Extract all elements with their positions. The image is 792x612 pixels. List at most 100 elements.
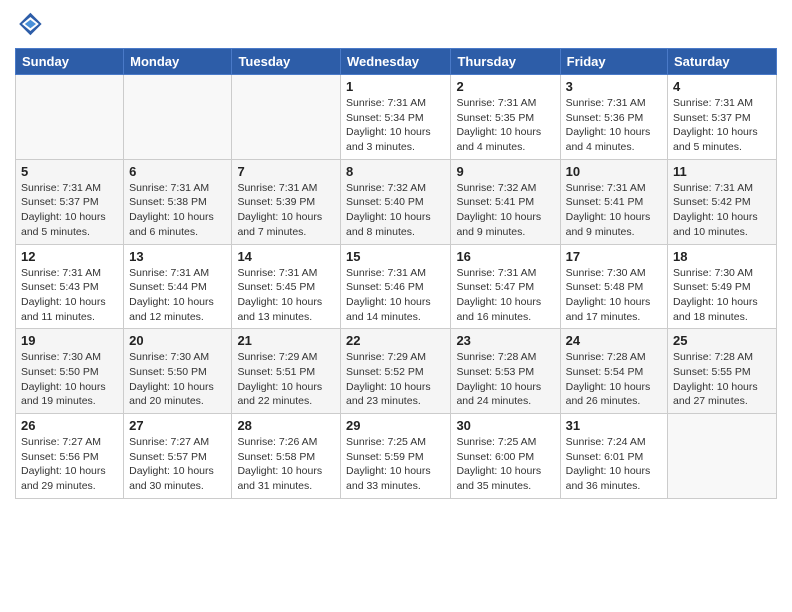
day-number: 3	[566, 79, 662, 94]
day-cell: 27 Sunrise: 7:27 AM Sunset: 5:57 PM Dayli…	[124, 414, 232, 499]
day-number: 2	[456, 79, 554, 94]
day-cell: 4 Sunrise: 7:31 AM Sunset: 5:37 PM Daylig…	[668, 75, 777, 160]
day-number: 13	[129, 249, 226, 264]
day-detail: Sunrise: 7:30 AM Sunset: 5:50 PM Dayligh…	[129, 350, 226, 409]
week-row-1: 1 Sunrise: 7:31 AM Sunset: 5:34 PM Daylig…	[16, 75, 777, 160]
day-cell	[124, 75, 232, 160]
weekday-header-monday: Monday	[124, 49, 232, 75]
day-detail: Sunrise: 7:31 AM Sunset: 5:38 PM Dayligh…	[129, 181, 226, 240]
day-detail: Sunrise: 7:28 AM Sunset: 5:54 PM Dayligh…	[566, 350, 662, 409]
day-cell: 20Sunrise: 7:30 AM Sunset: 5:50 PM Dayli…	[124, 329, 232, 414]
day-number: 14	[237, 249, 335, 264]
day-number: 26	[21, 418, 118, 433]
logo	[15, 10, 47, 38]
day-cell: 25 Sunrise: 7:28 AM Sunset: 5:55 PM Dayli…	[668, 329, 777, 414]
day-detail: Sunrise: 7:31 AM Sunset: 5:45 PM Dayligh…	[237, 266, 335, 325]
day-cell: 7 Sunrise: 7:31 AM Sunset: 5:39 PM Daylig…	[232, 159, 341, 244]
day-cell: 13 Sunrise: 7:31 AM Sunset: 5:44 PM Dayli…	[124, 244, 232, 329]
day-number: 30	[456, 418, 554, 433]
day-detail: Sunrise: 7:29 AM Sunset: 5:51 PM Dayligh…	[237, 350, 335, 409]
day-number: 7	[237, 164, 335, 179]
day-detail: Sunrise: 7:31 AM Sunset: 5:43 PM Dayligh…	[21, 266, 118, 325]
weekday-header-thursday: Thursday	[451, 49, 560, 75]
day-cell: 30Sunrise: 7:25 AM Sunset: 6:00 PM Dayli…	[451, 414, 560, 499]
day-number: 22	[346, 333, 445, 348]
day-detail: Sunrise: 7:31 AM Sunset: 5:46 PM Dayligh…	[346, 266, 445, 325]
day-cell: 16Sunrise: 7:31 AM Sunset: 5:47 PM Dayli…	[451, 244, 560, 329]
day-cell: 2 Sunrise: 7:31 AM Sunset: 5:35 PM Daylig…	[451, 75, 560, 160]
day-number: 21	[237, 333, 335, 348]
weekday-header-wednesday: Wednesday	[341, 49, 451, 75]
day-cell: 9 Sunrise: 7:32 AM Sunset: 5:41 PM Daylig…	[451, 159, 560, 244]
day-detail: Sunrise: 7:31 AM Sunset: 5:44 PM Dayligh…	[129, 266, 226, 325]
day-detail: Sunrise: 7:30 AM Sunset: 5:48 PM Dayligh…	[566, 266, 662, 325]
day-number: 28	[237, 418, 335, 433]
day-detail: Sunrise: 7:31 AM Sunset: 5:42 PM Dayligh…	[673, 181, 771, 240]
day-number: 9	[456, 164, 554, 179]
day-detail: Sunrise: 7:28 AM Sunset: 5:53 PM Dayligh…	[456, 350, 554, 409]
week-row-3: 12 Sunrise: 7:31 AM Sunset: 5:43 PM Dayli…	[16, 244, 777, 329]
day-cell: 31Sunrise: 7:24 AM Sunset: 6:01 PM Dayli…	[560, 414, 667, 499]
day-detail: Sunrise: 7:24 AM Sunset: 6:01 PM Dayligh…	[566, 435, 662, 494]
day-cell: 8 Sunrise: 7:32 AM Sunset: 5:40 PM Daylig…	[341, 159, 451, 244]
day-detail: Sunrise: 7:27 AM Sunset: 5:57 PM Dayligh…	[129, 435, 226, 494]
day-number: 18	[673, 249, 771, 264]
day-cell: 28 Sunrise: 7:26 AM Sunset: 5:58 PM Dayli…	[232, 414, 341, 499]
day-cell: 18 Sunrise: 7:30 AM Sunset: 5:49 PM Dayli…	[668, 244, 777, 329]
day-cell	[668, 414, 777, 499]
day-detail: Sunrise: 7:31 AM Sunset: 5:37 PM Dayligh…	[673, 96, 771, 155]
weekday-header-friday: Friday	[560, 49, 667, 75]
day-detail: Sunrise: 7:30 AM Sunset: 5:49 PM Dayligh…	[673, 266, 771, 325]
day-detail: Sunrise: 7:26 AM Sunset: 5:58 PM Dayligh…	[237, 435, 335, 494]
day-cell: 29Sunrise: 7:25 AM Sunset: 5:59 PM Dayli…	[341, 414, 451, 499]
day-cell: 5Sunrise: 7:31 AM Sunset: 5:37 PM Daylig…	[16, 159, 124, 244]
week-row-2: 5Sunrise: 7:31 AM Sunset: 5:37 PM Daylig…	[16, 159, 777, 244]
day-cell: 17Sunrise: 7:30 AM Sunset: 5:48 PM Dayli…	[560, 244, 667, 329]
day-cell: 24 Sunrise: 7:28 AM Sunset: 5:54 PM Dayli…	[560, 329, 667, 414]
day-number: 29	[346, 418, 445, 433]
day-detail: Sunrise: 7:29 AM Sunset: 5:52 PM Dayligh…	[346, 350, 445, 409]
day-cell: 3 Sunrise: 7:31 AM Sunset: 5:36 PM Daylig…	[560, 75, 667, 160]
day-detail: Sunrise: 7:27 AM Sunset: 5:56 PM Dayligh…	[21, 435, 118, 494]
weekday-header-saturday: Saturday	[668, 49, 777, 75]
weekday-header-sunday: Sunday	[16, 49, 124, 75]
day-detail: Sunrise: 7:31 AM Sunset: 5:34 PM Dayligh…	[346, 96, 445, 155]
day-detail: Sunrise: 7:31 AM Sunset: 5:37 PM Dayligh…	[21, 181, 118, 240]
day-cell: 26 Sunrise: 7:27 AM Sunset: 5:56 PM Dayli…	[16, 414, 124, 499]
day-number: 19	[21, 333, 118, 348]
day-number: 8	[346, 164, 445, 179]
day-cell: 12 Sunrise: 7:31 AM Sunset: 5:43 PM Dayli…	[16, 244, 124, 329]
day-detail: Sunrise: 7:32 AM Sunset: 5:41 PM Dayligh…	[456, 181, 554, 240]
header	[15, 10, 777, 38]
day-cell: 22 Sunrise: 7:29 AM Sunset: 5:52 PM Dayli…	[341, 329, 451, 414]
day-detail: Sunrise: 7:28 AM Sunset: 5:55 PM Dayligh…	[673, 350, 771, 409]
day-detail: Sunrise: 7:30 AM Sunset: 5:50 PM Dayligh…	[21, 350, 118, 409]
day-cell	[232, 75, 341, 160]
day-number: 12	[21, 249, 118, 264]
calendar: SundayMondayTuesdayWednesdayThursdayFrid…	[15, 48, 777, 499]
day-number: 25	[673, 333, 771, 348]
day-number: 23	[456, 333, 554, 348]
week-row-4: 19 Sunrise: 7:30 AM Sunset: 5:50 PM Dayli…	[16, 329, 777, 414]
day-number: 24	[566, 333, 662, 348]
day-number: 10	[566, 164, 662, 179]
day-number: 11	[673, 164, 771, 179]
logo-icon	[15, 10, 43, 38]
day-detail: Sunrise: 7:31 AM Sunset: 5:35 PM Dayligh…	[456, 96, 554, 155]
day-detail: Sunrise: 7:32 AM Sunset: 5:40 PM Dayligh…	[346, 181, 445, 240]
day-cell: 6 Sunrise: 7:31 AM Sunset: 5:38 PM Daylig…	[124, 159, 232, 244]
day-cell: 11 Sunrise: 7:31 AM Sunset: 5:42 PM Dayli…	[668, 159, 777, 244]
day-number: 6	[129, 164, 226, 179]
day-detail: Sunrise: 7:31 AM Sunset: 5:39 PM Dayligh…	[237, 181, 335, 240]
day-number: 27	[129, 418, 226, 433]
weekday-header-tuesday: Tuesday	[232, 49, 341, 75]
day-cell: 1 Sunrise: 7:31 AM Sunset: 5:34 PM Daylig…	[341, 75, 451, 160]
page: SundayMondayTuesdayWednesdayThursdayFrid…	[0, 0, 792, 509]
day-cell: 15Sunrise: 7:31 AM Sunset: 5:46 PM Dayli…	[341, 244, 451, 329]
day-cell: 21 Sunrise: 7:29 AM Sunset: 5:51 PM Dayli…	[232, 329, 341, 414]
day-detail: Sunrise: 7:31 AM Sunset: 5:36 PM Dayligh…	[566, 96, 662, 155]
day-cell: 10 Sunrise: 7:31 AM Sunset: 5:41 PM Dayli…	[560, 159, 667, 244]
day-number: 1	[346, 79, 445, 94]
day-number: 4	[673, 79, 771, 94]
day-detail: Sunrise: 7:31 AM Sunset: 5:41 PM Dayligh…	[566, 181, 662, 240]
